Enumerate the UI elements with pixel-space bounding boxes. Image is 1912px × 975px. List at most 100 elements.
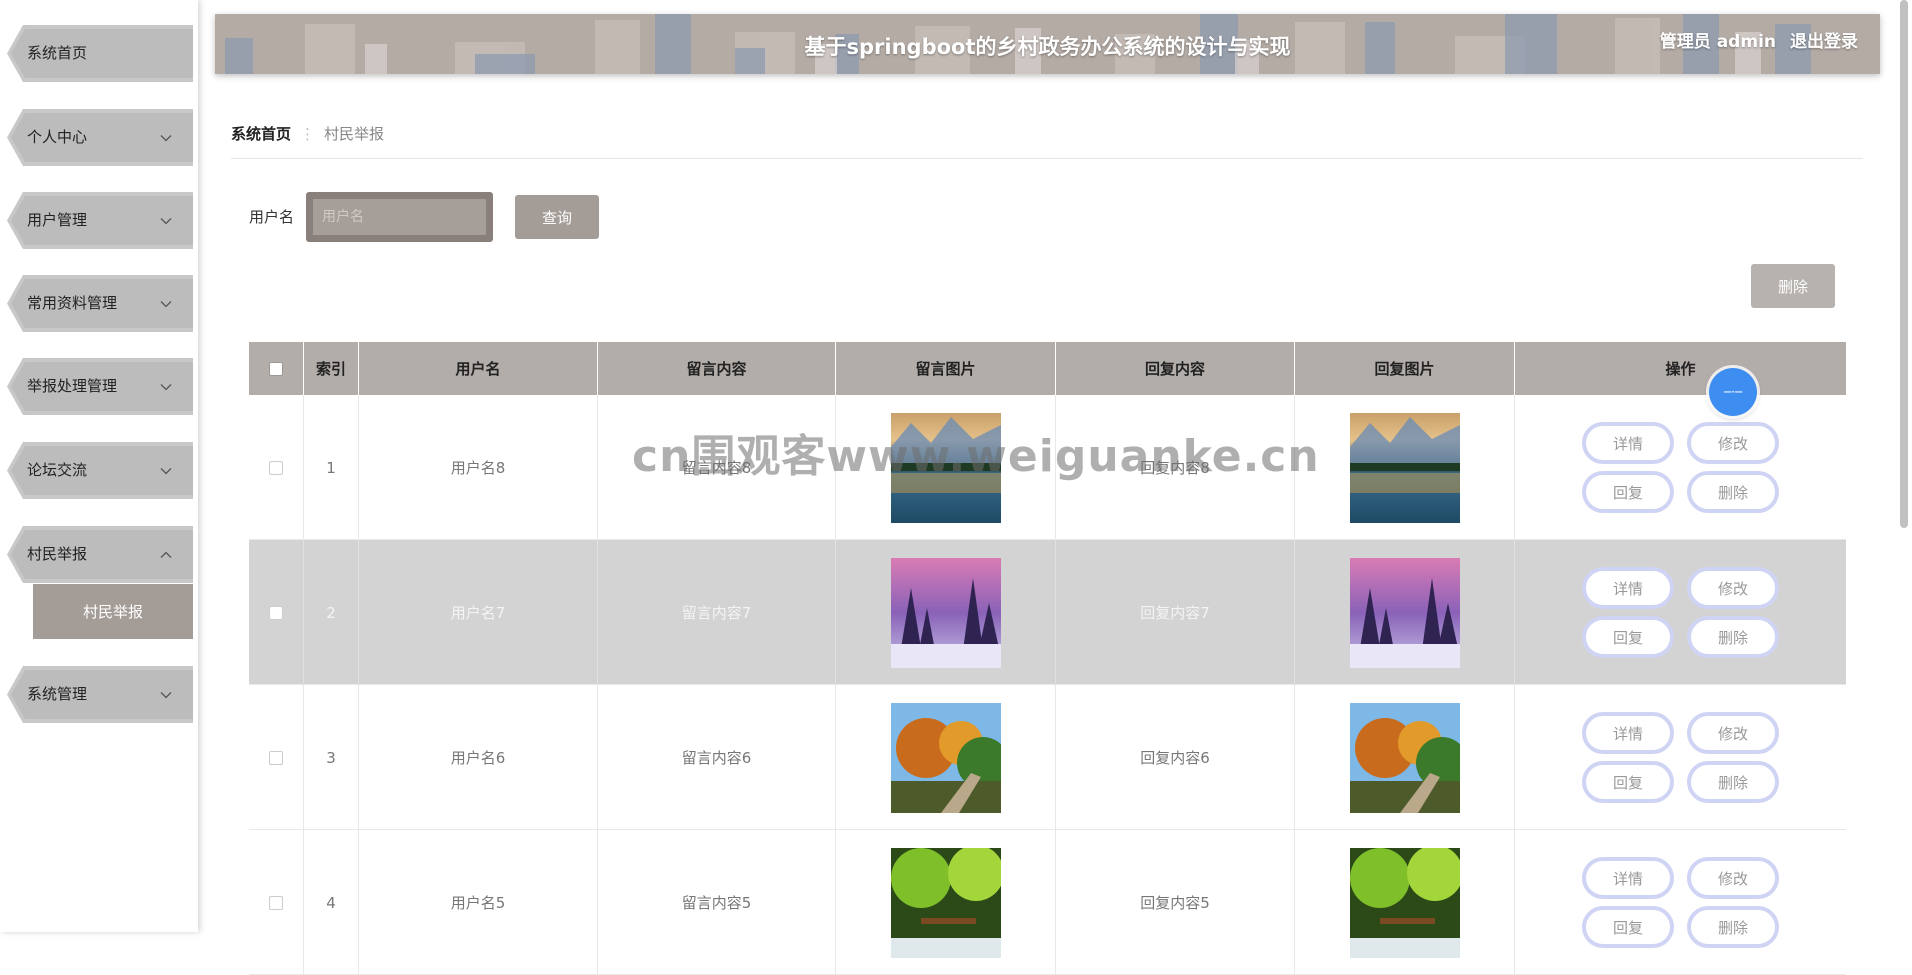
sidebar-item-label: 村民举报 <box>27 545 88 563</box>
floating-widget[interactable]: ─·─ <box>1709 368 1757 416</box>
row-select-cell <box>249 685 304 830</box>
sidebar-item-forum[interactable]: 论坛交流 <box>7 442 193 499</box>
row-message: 留言内容5 <box>598 830 836 975</box>
sidebar: 系统首页 个人中心 用户管理 常用资料管理 举报处理管理 论坛交流 村民举报 村… <box>0 0 198 932</box>
sidebar-item-report-handling[interactable]: 举报处理管理 <box>7 358 193 415</box>
search-username-input[interactable] <box>313 199 486 235</box>
message-image[interactable] <box>836 685 1056 830</box>
edit-button[interactable]: 修改 <box>1687 567 1779 609</box>
header-index: 索引 <box>304 342 359 395</box>
table-row: 3 用户名6 留言内容6 回复内容6 详情 修改 回复 删除 <box>249 685 1846 830</box>
reply-button[interactable]: 回复 <box>1582 761 1674 803</box>
row-username: 用户名5 <box>359 830 598 975</box>
detail-button[interactable]: 详情 <box>1582 567 1674 609</box>
sidebar-item-villager-report[interactable]: 村民举报 <box>7 526 193 583</box>
sidebar-item-personal-center[interactable]: 个人中心 <box>7 109 193 166</box>
row-index: 4 <box>304 830 359 975</box>
row-actions: 详情 修改 回复 删除 <box>1515 830 1846 975</box>
row-index: 2 <box>304 540 359 685</box>
chevron-down-icon <box>159 109 173 166</box>
breadcrumb-current: 村民举报 <box>324 125 385 143</box>
message-image[interactable] <box>836 540 1056 685</box>
row-reply: 回复内容5 <box>1056 830 1295 975</box>
divider <box>231 158 1863 159</box>
table-row: 1 用户名8 留言内容8 回复内容8 详情 修改 回复 删除 <box>249 395 1846 540</box>
row-reply: 回复内容7 <box>1056 540 1295 685</box>
scrollbar[interactable] <box>1900 0 1908 528</box>
sidebar-item-label: 举报处理管理 <box>27 377 118 395</box>
detail-button[interactable]: 详情 <box>1582 422 1674 464</box>
header-reply-image: 回复图片 <box>1295 342 1515 395</box>
search-input-wrapper <box>306 192 493 242</box>
page-title: 基于springboot的乡村政务办公系统的设计与实现 <box>804 35 1291 59</box>
edit-button[interactable]: 修改 <box>1687 857 1779 899</box>
chevron-down-icon <box>159 275 173 332</box>
row-username: 用户名8 <box>359 395 598 540</box>
row-username: 用户名7 <box>359 540 598 685</box>
reply-image[interactable] <box>1295 830 1515 975</box>
delete-button[interactable]: 删除 <box>1687 761 1779 803</box>
row-message: 留言内容8 <box>598 395 836 540</box>
sidebar-item-system-management[interactable]: 系统管理 <box>7 666 193 723</box>
breadcrumb-home[interactable]: 系统首页 <box>231 125 291 143</box>
reply-image[interactable] <box>1295 540 1515 685</box>
row-index: 3 <box>304 685 359 830</box>
header-message: 留言内容 <box>598 342 836 395</box>
table-header: 索引 用户名 留言内容 留言图片 回复内容 回复图片 操作 <box>249 342 1846 395</box>
table-row: 4 用户名5 留言内容5 回复内容5 详情 修改 回复 删除 <box>249 830 1846 975</box>
row-checkbox[interactable] <box>269 895 283 910</box>
delete-button[interactable]: 删除 <box>1687 471 1779 513</box>
sidebar-item-user-management[interactable]: 用户管理 <box>7 192 193 249</box>
header-banner: 基于springboot的乡村政务办公系统的设计与实现 管理员 admin 退出登… <box>215 14 1880 74</box>
reply-image[interactable] <box>1295 395 1515 540</box>
reply-button[interactable]: 回复 <box>1582 471 1674 513</box>
row-checkbox[interactable] <box>269 605 283 620</box>
header-actions: 操作 <box>1665 360 1696 378</box>
sidebar-item-label: 论坛交流 <box>27 461 88 479</box>
batch-delete-button[interactable]: 删除 <box>1751 264 1835 308</box>
reply-button[interactable]: 回复 <box>1582 906 1674 948</box>
submenu-item-villager-report[interactable]: 村民举报 <box>33 584 193 639</box>
chevron-up-icon <box>159 526 173 583</box>
row-checkbox[interactable] <box>269 460 283 475</box>
delete-button[interactable]: 删除 <box>1687 906 1779 948</box>
sidebar-item-label: 用户管理 <box>27 211 88 229</box>
sidebar-item-label: 系统管理 <box>27 685 88 703</box>
query-button[interactable]: 查询 <box>515 195 599 239</box>
select-all-checkbox[interactable] <box>269 361 283 376</box>
detail-button[interactable]: 详情 <box>1582 712 1674 754</box>
message-image[interactable] <box>836 395 1056 540</box>
sidebar-item-label: 个人中心 <box>27 128 88 146</box>
header-message-image: 留言图片 <box>836 342 1056 395</box>
row-message: 留言内容7 <box>598 540 836 685</box>
chevron-down-icon <box>159 192 173 249</box>
row-select-cell <box>249 395 304 540</box>
header-select-all <box>249 342 304 395</box>
sidebar-item-home[interactable]: 系统首页 <box>7 25 193 82</box>
row-reply: 回复内容6 <box>1056 685 1295 830</box>
chevron-down-icon <box>159 358 173 415</box>
logout-link[interactable]: 退出登录 <box>1790 32 1858 52</box>
row-reply: 回复内容8 <box>1056 395 1295 540</box>
sidebar-item-label: 常用资料管理 <box>27 294 118 312</box>
breadcrumb: 系统首页 ⋮ 村民举报 <box>231 122 384 146</box>
sidebar-item-label: 系统首页 <box>27 44 88 62</box>
message-image[interactable] <box>836 830 1056 975</box>
row-select-cell <box>249 540 304 685</box>
table-row: 2 用户名7 留言内容7 回复内容7 详情 修改 回复 删除 <box>249 540 1846 685</box>
reply-image[interactable] <box>1295 685 1515 830</box>
row-actions: 详情 修改 回复 删除 <box>1515 395 1846 540</box>
sidebar-item-common-docs[interactable]: 常用资料管理 <box>7 275 193 332</box>
delete-button[interactable]: 删除 <box>1687 616 1779 658</box>
row-actions: 详情 修改 回复 删除 <box>1515 685 1846 830</box>
edit-button[interactable]: 修改 <box>1687 712 1779 754</box>
row-checkbox[interactable] <box>269 750 283 765</box>
row-message: 留言内容6 <box>598 685 836 830</box>
chevron-down-icon <box>159 666 173 723</box>
detail-button[interactable]: 详情 <box>1582 857 1674 899</box>
row-username: 用户名6 <box>359 685 598 830</box>
edit-button[interactable]: 修改 <box>1687 422 1779 464</box>
admin-user-label: 管理员 admin <box>1659 32 1776 52</box>
reply-button[interactable]: 回复 <box>1582 616 1674 658</box>
header-user-area: 管理员 admin 退出登录 <box>1660 14 1858 70</box>
